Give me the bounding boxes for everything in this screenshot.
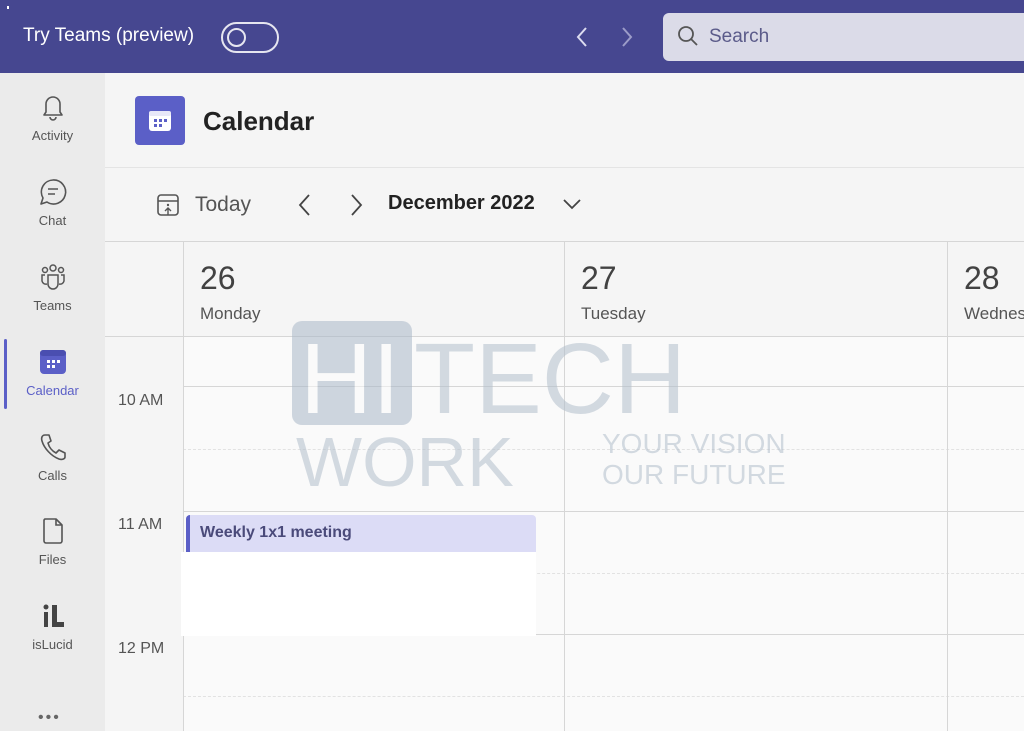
phone-icon [40,434,66,461]
teams-icon [40,264,65,290]
column-divider [183,242,184,731]
day-name: Tuesday [581,304,646,323]
time-label: 11 AM [118,516,163,533]
search-placeholder: Search [709,26,770,47]
today-label: Today [195,193,252,216]
calendar-event[interactable]: Weekly 1x1 meeting [186,515,536,552]
calendar-icon [39,350,66,374]
calendar-icon [149,110,171,131]
title-bar: Try Teams (preview) Search [0,0,1024,73]
grid-line [183,449,1024,450]
rail-label: isLucid [32,637,73,652]
search-input[interactable]: Search [663,13,1024,61]
time-label: 10 AM [118,392,164,409]
day-header-wednesday[interactable]: 28 Wednesday [947,242,1024,336]
month-selector-label[interactable]: December 2022 [388,192,535,215]
grid-line [183,696,1024,697]
rail-item-calendar[interactable]: Calendar [0,333,105,413]
rail-item-chat[interactable]: Chat [0,163,105,243]
rail-item-teams[interactable]: Teams [0,248,105,328]
rail-label: Calendar [26,383,79,398]
chevron-right-icon [351,194,363,216]
app-rail: Activity Chat Teams Calendar Calls Files… [0,73,105,731]
week-grid: 26 Monday 27 Tuesday 28 Wednesday 10 AM … [105,241,1024,731]
rail-item-calls[interactable]: Calls [0,418,105,498]
toggle-knob [227,28,246,47]
islucid-icon [43,604,64,627]
rail-item-activity[interactable]: Activity [0,78,105,158]
page-title: Calendar [203,106,315,136]
previous-week-button[interactable] [292,190,316,220]
file-icon [42,518,63,544]
day-name: Wednesday [964,304,1024,323]
next-week-button[interactable] [345,190,369,220]
rail-label: Files [38,552,67,567]
rail-item-islucid[interactable]: isLucid [0,587,105,667]
chevron-right-icon [622,27,633,47]
rail-label: Calls [38,468,67,483]
chevron-left-icon [576,27,587,47]
app-header: Calendar [105,73,1024,168]
day-number: 26 [200,260,236,296]
time-label: 12 PM [118,640,165,657]
day-number: 27 [581,260,617,296]
try-teams-toggle[interactable] [221,22,279,53]
rail-label: Teams [33,298,72,313]
day-number: 28 [964,260,1000,296]
today-icon [157,194,179,216]
back-button[interactable] [568,22,596,52]
forward-button[interactable] [613,22,641,52]
event-title: Weekly 1x1 meeting [200,524,352,541]
search-icon [678,26,698,46]
rail-item-files[interactable]: Files [0,502,105,582]
day-header-tuesday[interactable]: 27 Tuesday [564,242,947,336]
calendar-toolbar: Today December 2022 [105,168,1024,241]
column-divider [564,242,565,731]
chat-icon [39,179,66,205]
grid-line [183,511,1024,512]
redacted-area [181,552,536,636]
more-apps-button[interactable]: ••• [38,709,61,727]
calendar-app-icon [135,96,185,145]
today-button[interactable]: Today [157,190,251,220]
column-divider [947,242,948,731]
window-dot [7,6,9,9]
rail-label: Chat [38,213,67,228]
day-name: Monday [200,304,261,323]
try-teams-label: Try Teams (preview) [23,25,195,46]
day-header-monday[interactable]: 26 Monday [183,242,564,336]
calendar-app: Calendar Today December 2022 26 Monday 2… [105,73,1024,731]
rail-label: Activity [31,128,74,143]
grid-line [183,386,1024,387]
chevron-down-icon[interactable] [561,194,583,214]
chevron-left-icon [298,194,310,216]
bell-icon [42,96,63,121]
